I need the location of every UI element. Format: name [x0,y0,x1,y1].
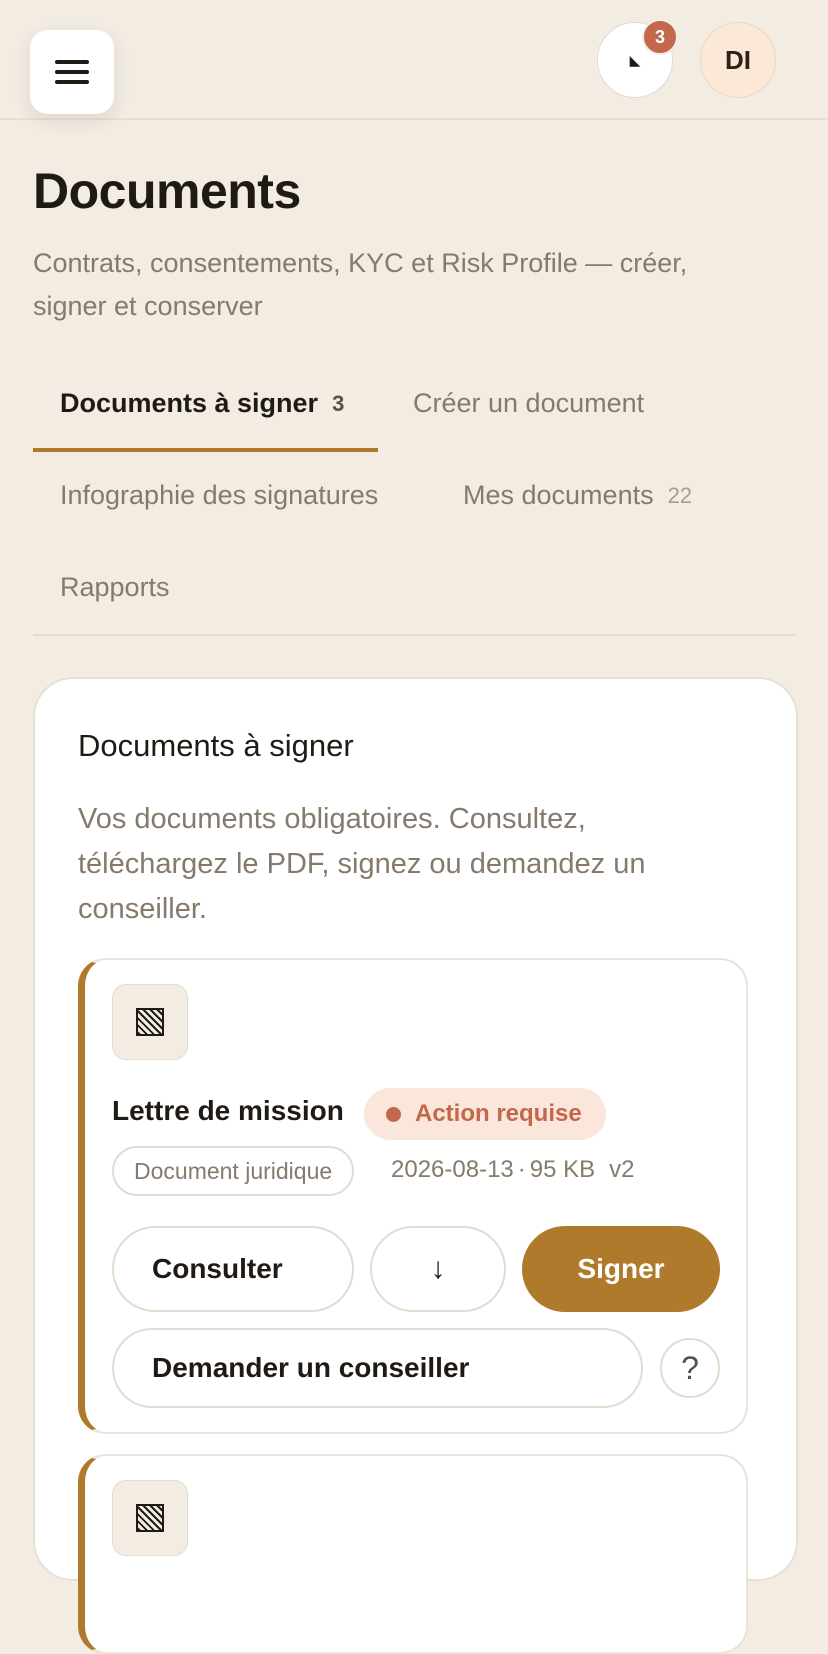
tab-rapports[interactable]: Rapports [60,572,170,603]
panel-title: Documents à signer [78,728,354,763]
tab-count: 22 [667,482,693,508]
bell-icon: ◣ [629,52,641,68]
request-advisor-button[interactable]: Demander un conseiller [112,1328,643,1408]
menu-button[interactable] [30,30,114,114]
consult-button[interactable]: Consulter [112,1226,354,1312]
arrow-down-icon: ↓ [430,1252,446,1285]
tab-label: Mes documents [463,480,654,510]
tab-infographie-signatures[interactable]: Infographie des signatures [60,480,378,511]
document-icon [112,1480,188,1556]
notifications-button[interactable]: ◣ 3 [597,19,678,98]
document-name: Lettre de mission [112,1095,344,1126]
tab-label: Créer un document [413,388,645,418]
help-button[interactable]: ? [660,1338,720,1398]
tab-mes-documents[interactable]: Mes documents 22 [463,480,692,511]
tab-label: Rapports [60,572,170,602]
tab-label: Infographie des signatures [60,480,379,510]
status-badge: Action requise [364,1088,606,1140]
page-subtitle: Contrats, consentements, KYC et Risk Pro… [33,248,688,321]
status-label: Action requise [415,1100,582,1127]
document-icon [112,984,188,1060]
page-title: Documents [33,163,301,219]
status-dot-icon [386,1106,401,1122]
tab-creer-document[interactable]: Créer un document [413,388,644,419]
tab-documents-a-signer[interactable]: Documents à signer 3 [60,388,344,419]
top-bar: ◣ 3 DI [0,0,828,120]
document-size: 95 KB [529,1156,596,1183]
question-icon: ? [681,1349,699,1386]
tab-label: Documents à signer [60,388,319,418]
document-version: v2 [609,1156,635,1183]
hamburger-icon [55,60,89,84]
avatar[interactable]: DI [700,22,776,98]
document-date: 2026-08-13 [391,1156,514,1183]
active-tab-indicator [33,448,378,452]
tabs-divider [33,634,796,636]
tab-count: 3 [332,390,345,416]
download-button[interactable]: ↓ [370,1226,506,1312]
panel-description: Vos documents obligatoires. Consultez, t… [78,803,646,925]
notification-badge: 3 [642,19,678,55]
category-tag: Document juridique [112,1146,355,1196]
sign-button[interactable]: Signer [522,1226,720,1312]
document-meta: 2026-08-13 · 95 KB v2 [391,1156,635,1183]
